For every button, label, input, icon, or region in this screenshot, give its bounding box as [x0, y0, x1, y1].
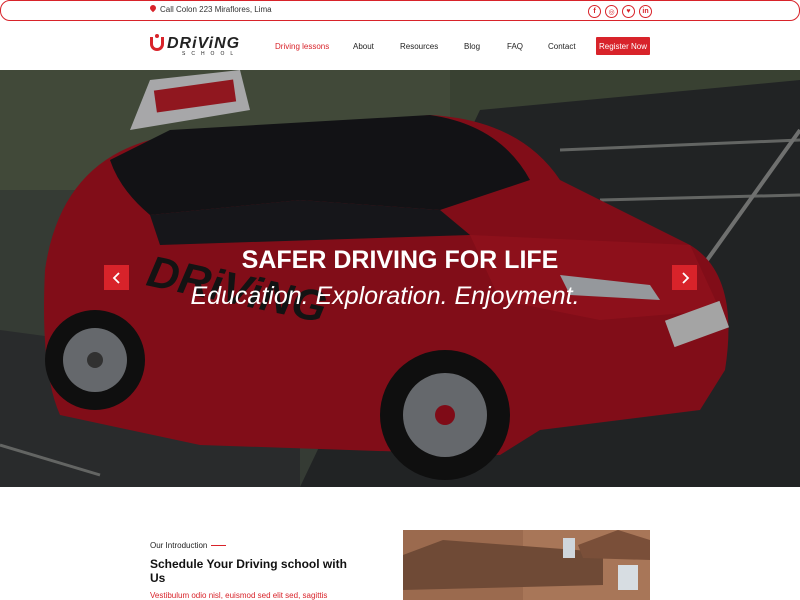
slider-prev-button[interactable]	[104, 265, 129, 290]
kicker-divider	[211, 545, 227, 546]
intro-kicker-text: Our Introduction	[150, 541, 208, 550]
header: DRiViNG SCHOOL Driving lessons About Res…	[0, 21, 800, 70]
nav-driving-lessons[interactable]: Driving lessons	[275, 42, 329, 51]
intro-image	[403, 530, 650, 600]
address: Call Colon 223 Miraflores, Lima	[150, 5, 272, 14]
register-now-button[interactable]: Register Now	[596, 37, 650, 55]
nav-contact[interactable]: Contact	[548, 42, 576, 51]
linkedin-icon[interactable]: in	[639, 5, 652, 18]
intro-title: Schedule Your Driving school with Us	[150, 557, 347, 585]
social-links: f ◎ ♥ in	[588, 5, 652, 18]
instagram-icon[interactable]: ◎	[605, 5, 618, 18]
logo[interactable]: DRiViNG SCHOOL	[150, 34, 245, 57]
chevron-left-icon	[112, 271, 120, 284]
chevron-right-icon	[681, 271, 689, 284]
facebook-icon[interactable]: f	[588, 5, 601, 18]
logo-sub: SCHOOL	[182, 51, 240, 57]
location-pin-icon	[150, 5, 156, 14]
intro-kicker: Our Introduction	[150, 541, 227, 550]
slider-next-button[interactable]	[672, 265, 697, 290]
nav-faq[interactable]: FAQ	[507, 42, 523, 51]
nav-blog[interactable]: Blog	[464, 42, 480, 51]
logo-mark-icon	[150, 34, 164, 51]
twitter-icon[interactable]: ♥	[622, 5, 635, 18]
hero-slider: DRiViNG SAFER DRIVING FOR LIFE Education…	[0, 70, 800, 487]
address-text: Call Colon 223 Miraflores, Lima	[160, 5, 272, 14]
nav-about[interactable]: About	[353, 42, 374, 51]
intro-text: Vestibulum odio nisl, euismod sed elit s…	[150, 591, 328, 600]
top-bar: Call Colon 223 Miraflores, Lima f ◎ ♥ in	[0, 0, 800, 21]
nav-resources[interactable]: Resources	[400, 42, 438, 51]
